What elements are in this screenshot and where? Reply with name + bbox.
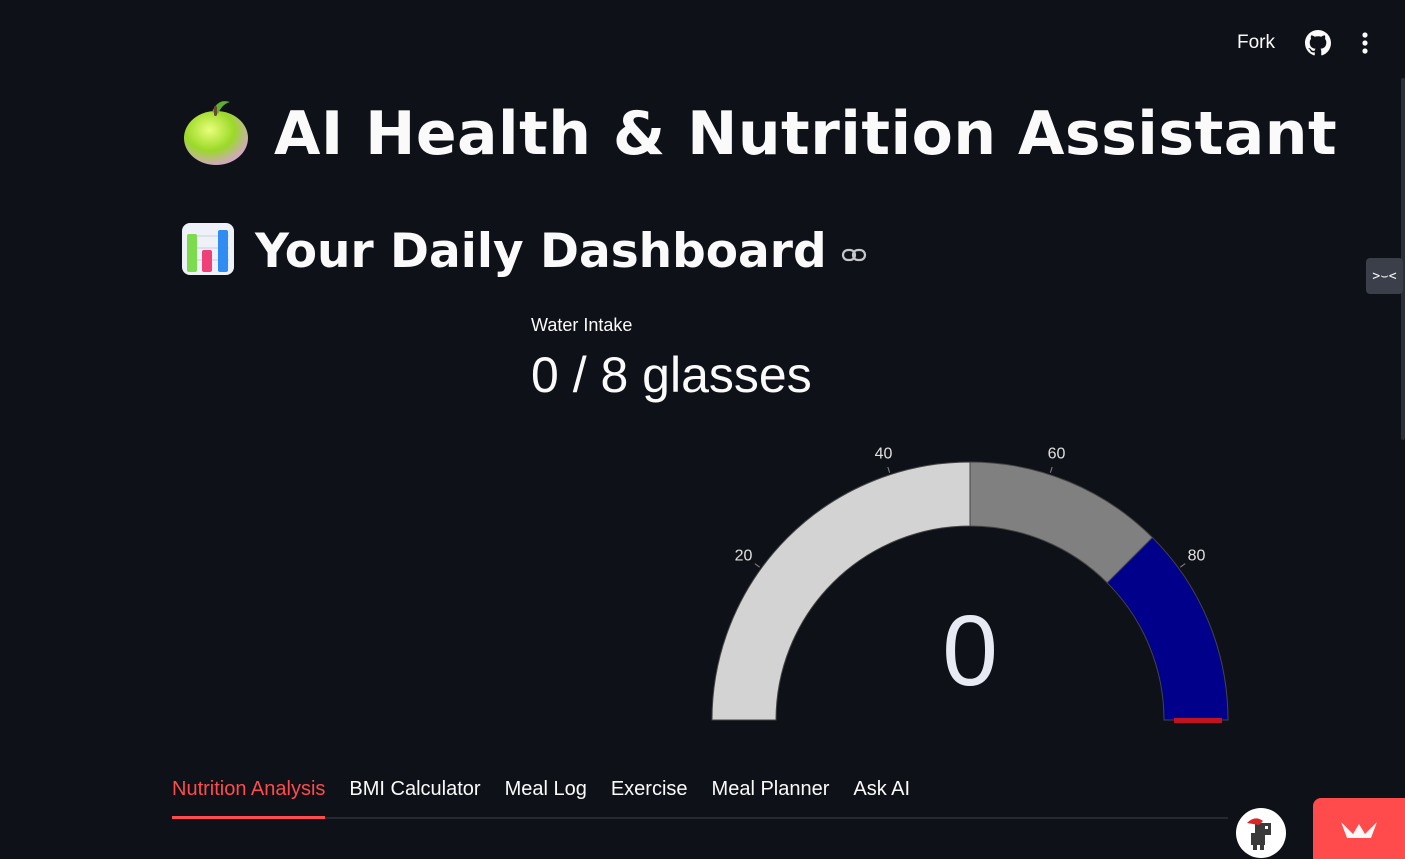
page-header: AI Health & Nutrition Assistant (182, 96, 1337, 171)
section-title: Your Daily Dashboard (255, 224, 827, 279)
water-gauge: 20 40 60 80 0 (690, 435, 1250, 740)
tab-exercise[interactable]: Exercise (611, 778, 688, 817)
gauge-tick-mark (1049, 466, 1053, 473)
tab-bmi-calculator[interactable]: BMI Calculator (349, 778, 480, 817)
gauge-value-bar (1174, 718, 1222, 723)
tab-nutrition-analysis[interactable]: Nutrition Analysis (172, 778, 326, 819)
gauge-tick-mark (754, 563, 760, 568)
more-vertical-icon[interactable] (1361, 31, 1369, 55)
page-title: AI Health & Nutrition Assistant (274, 98, 1338, 169)
github-icon[interactable] (1305, 30, 1331, 56)
tab-meal-log[interactable]: Meal Log (505, 778, 587, 817)
gauge-step-0 (711, 461, 971, 721)
gauge-tick-label: 60 (1048, 446, 1066, 463)
gauge-tick-label: 80 (1188, 547, 1206, 564)
streamlit-logo-icon[interactable] (1313, 798, 1405, 859)
tab-ask-ai[interactable]: Ask AI (853, 778, 910, 817)
sidebar-toggle-icon[interactable]: >⌣< (1366, 258, 1403, 294)
gauge-tick-label: 40 (875, 446, 893, 463)
bar-chart-icon (181, 222, 235, 281)
top-toolbar: Fork (1237, 26, 1369, 60)
gauge-tick-mark (887, 466, 891, 473)
gauge-step-2 (1106, 536, 1229, 721)
gauge-tick-mark (1180, 563, 1186, 568)
gauge-value: 0 (942, 595, 998, 707)
metric-label: Water Intake (531, 315, 633, 335)
user-avatar[interactable] (1236, 808, 1286, 858)
tab-meal-planner[interactable]: Meal Planner (712, 778, 830, 817)
gauge-tick-label: 20 (735, 547, 753, 564)
metric-value: 0 / 8 glasses (531, 347, 812, 403)
fork-button[interactable]: Fork (1237, 32, 1275, 54)
tab-bar: Nutrition Analysis BMI Calculator Meal L… (172, 778, 1228, 819)
green-apple-icon (182, 96, 250, 171)
dashboard-header: Your Daily Dashboard (181, 222, 867, 281)
link-icon[interactable] (841, 247, 867, 263)
